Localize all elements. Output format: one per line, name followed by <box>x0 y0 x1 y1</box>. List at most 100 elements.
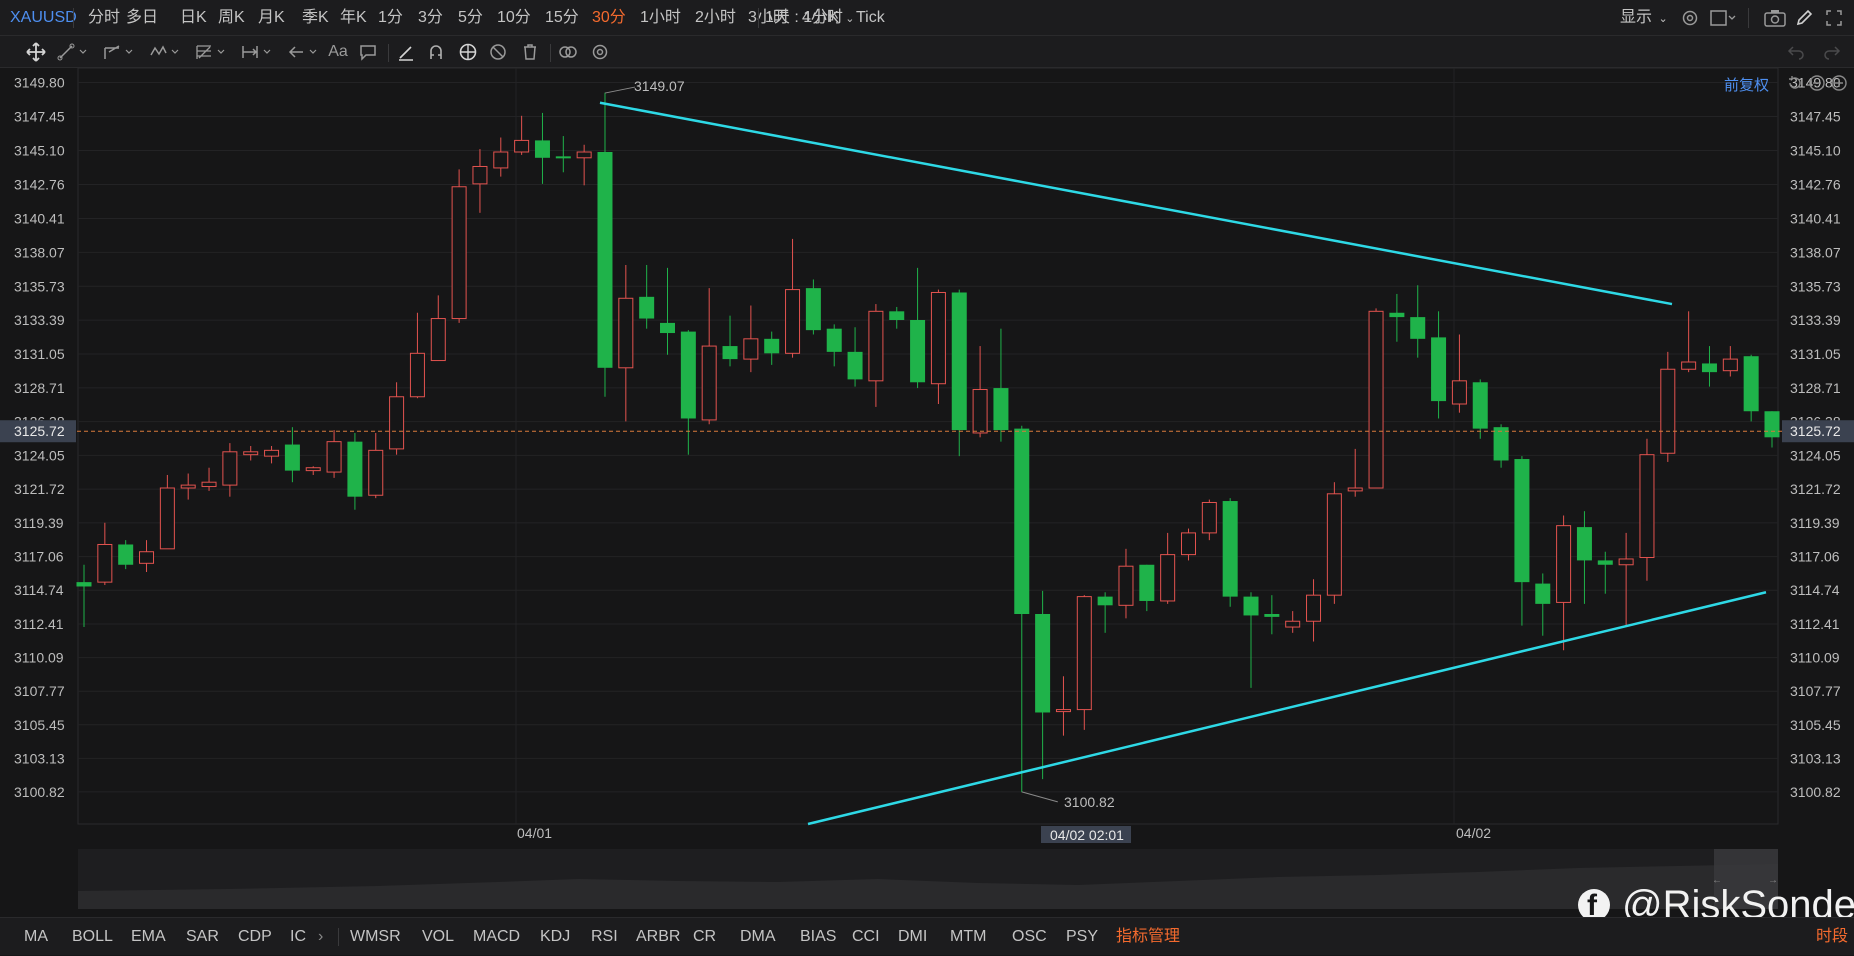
chevron-right-icon[interactable]: › <box>318 918 323 956</box>
symbol-selector[interactable]: XAUUSD <box>10 0 77 36</box>
trading-session-button[interactable]: 时段 <box>1816 918 1848 956</box>
candle-body-down <box>534 140 550 158</box>
indicator-tab[interactable]: EMA <box>131 918 166 956</box>
indicator-tab[interactable]: WMSR <box>350 918 401 956</box>
period-tab[interactable]: 5分 <box>458 0 483 36</box>
indicator-manager-button[interactable]: 指标管理 <box>1116 918 1180 956</box>
candle-body-up <box>409 352 425 398</box>
candle-body-down <box>1389 312 1405 318</box>
candle-body-down <box>889 311 905 320</box>
period-tab[interactable]: 30分 <box>592 0 626 36</box>
period-tab[interactable]: 日K <box>180 0 207 36</box>
indicator-tab[interactable]: CR <box>693 918 716 956</box>
period-tab[interactable]: 年K <box>340 0 367 36</box>
zoom-in-icon[interactable] <box>1830 74 1848 92</box>
indicator-tab[interactable]: PSY <box>1066 918 1098 956</box>
display-dropdown[interactable]: 显示 ⌄ <box>1620 0 1668 36</box>
y-tick-right: 3103.13 <box>1790 750 1841 766</box>
zoom-out-icon[interactable] <box>1808 74 1826 92</box>
pen-icon[interactable] <box>392 36 420 68</box>
period-combo-dropdown[interactable]: 1天 : 1分K ⌄ <box>765 0 854 36</box>
candle-body-up <box>1722 358 1738 372</box>
reset-icon[interactable] <box>1786 74 1804 92</box>
move-icon[interactable] <box>22 36 50 68</box>
x-tick-label: 04/01 <box>517 825 552 841</box>
candle-body-up <box>201 481 217 488</box>
measure-tool-dropdown[interactable] <box>238 36 278 68</box>
time-navigator[interactable]: ← → <box>78 849 1778 909</box>
fib-tool-dropdown[interactable] <box>192 36 232 68</box>
candle-body-down <box>1493 427 1509 461</box>
indicator-tab[interactable]: MTM <box>950 918 986 956</box>
candle-body-up <box>159 487 175 550</box>
candle-body-up <box>451 186 467 320</box>
y-tick-right: 3147.45 <box>1790 109 1841 125</box>
period-tab[interactable]: 季K <box>302 0 329 36</box>
indicator-tab[interactable]: BIAS <box>800 918 836 956</box>
indicator-tab[interactable]: OSC <box>1012 918 1047 956</box>
wave-tool-dropdown[interactable] <box>146 36 186 68</box>
period-tab[interactable]: 1分 <box>378 0 403 36</box>
magnet-icon[interactable] <box>422 36 450 68</box>
y-tick-right: 3117.06 <box>1790 549 1840 565</box>
camera-icon[interactable] <box>1762 0 1788 36</box>
candle-body-down <box>722 346 738 360</box>
candle-body-up <box>222 451 238 486</box>
lock-drawing-icon[interactable] <box>454 36 482 68</box>
period-tab[interactable]: 3分 <box>418 0 443 36</box>
channel-tool-dropdown[interactable] <box>100 36 140 68</box>
candle-body-down <box>1097 596 1113 606</box>
y-tick-left: 3135.73 <box>14 278 65 294</box>
comment-icon[interactable] <box>354 36 382 68</box>
indicator-tab[interactable]: BOLL <box>72 918 113 956</box>
candlestick-chart[interactable]: 3149.80 3149.803147.45 3147.453145.10 3145.… <box>0 68 1854 843</box>
drawing-settings-icon[interactable] <box>586 36 614 68</box>
indicator-tab[interactable]: IC <box>290 918 306 956</box>
divider <box>338 928 339 946</box>
indicator-tab[interactable]: DMA <box>740 918 776 956</box>
candle-body-down <box>1243 596 1259 616</box>
indicator-tab[interactable]: MACD <box>473 918 520 956</box>
indicator-tab[interactable]: MA <box>24 918 48 956</box>
y-tick-left: 3124.05 <box>14 447 65 463</box>
period-tab[interactable]: Tick <box>856 0 885 36</box>
candle-body-up <box>305 467 321 472</box>
period-tab[interactable]: 月K <box>258 0 285 36</box>
period-tab[interactable]: 多日 <box>126 0 158 36</box>
period-tab[interactable]: 分时 <box>88 0 120 36</box>
indicator-tab[interactable]: KDJ <box>540 918 570 956</box>
y-tick-right: 3105.45 <box>1790 717 1841 733</box>
period-tab[interactable]: 2小时 <box>695 0 736 36</box>
link-icon[interactable] <box>554 36 582 68</box>
fullscreen-icon[interactable] <box>1822 0 1846 36</box>
y-tick-right: 3114.74 <box>1790 582 1840 598</box>
indicator-tab[interactable]: VOL <box>422 918 454 956</box>
candle-body-up <box>1556 525 1572 603</box>
period-tab[interactable]: 10分 <box>497 0 531 36</box>
layout-icon[interactable] <box>1708 0 1738 36</box>
indicator-tab[interactable]: DMI <box>898 918 927 956</box>
text-icon[interactable]: Aa <box>324 36 352 68</box>
candle-body-down <box>660 322 676 334</box>
chart-area[interactable]: 3149.80 3149.80 3147.45 3147.45 3145.10 3145.… <box>0 68 1854 843</box>
period-tab[interactable]: 1小时 <box>640 0 681 36</box>
undo-icon[interactable] <box>1782 36 1810 68</box>
indicator-tab[interactable]: CCI <box>852 918 880 956</box>
trash-icon[interactable] <box>516 36 544 68</box>
fuquan-toggle[interactable]: 前复权 <box>1724 74 1769 95</box>
period-tab[interactable]: 周K <box>218 0 245 36</box>
indicator-tab[interactable]: SAR <box>186 918 219 956</box>
indicator-tab[interactable]: ARBR <box>636 918 680 956</box>
candle-body-up <box>576 151 592 159</box>
indicator-tab[interactable]: CDP <box>238 918 272 956</box>
line-tool-dropdown[interactable] <box>54 36 94 68</box>
indicator-tab[interactable]: RSI <box>591 918 618 956</box>
hide-icon[interactable] <box>484 36 512 68</box>
period-tab[interactable]: 15分 <box>545 0 579 36</box>
candle-body-up <box>243 451 259 456</box>
redo-icon[interactable] <box>1818 36 1846 68</box>
edit-icon[interactable] <box>1792 0 1816 36</box>
arrow-tool-dropdown[interactable] <box>284 36 324 68</box>
divider <box>73 8 74 28</box>
settings-icon[interactable] <box>1678 0 1702 36</box>
